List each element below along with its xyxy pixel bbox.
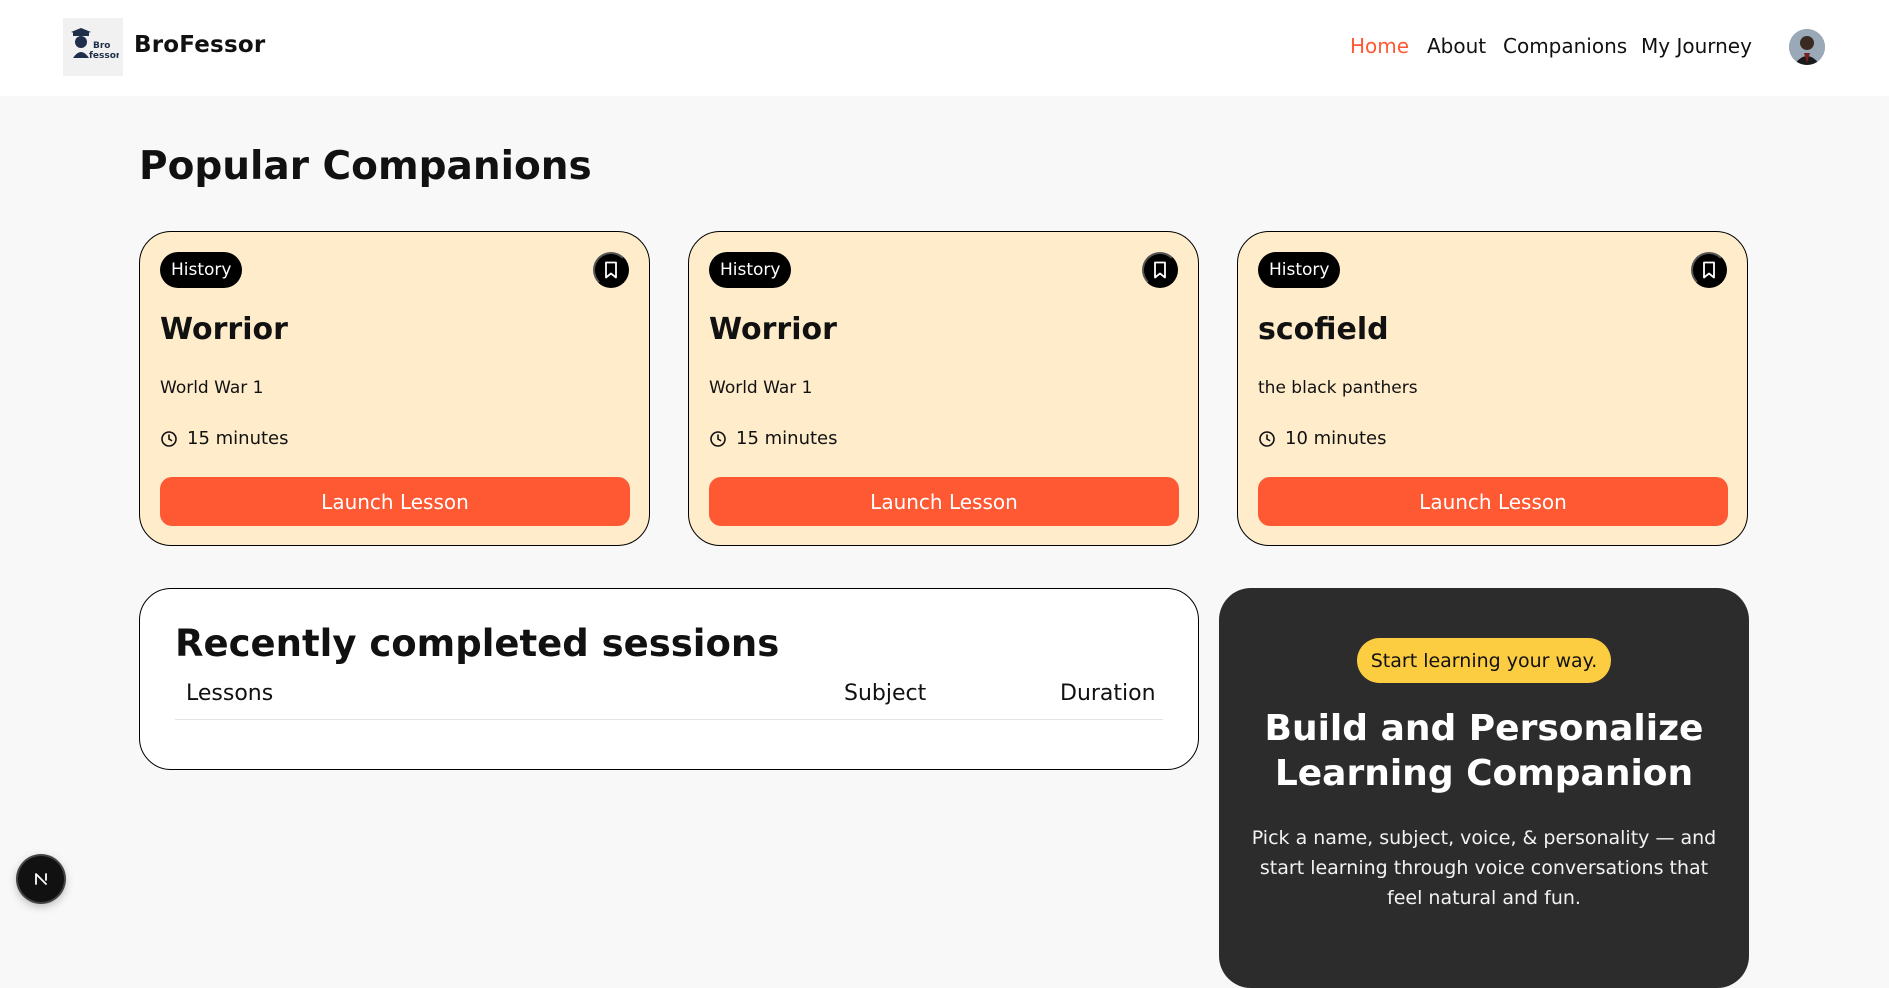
section-title-popular: Popular Companions [139,144,592,189]
duration-text: 15 minutes [187,428,289,449]
cta-title: Build and Personalize Learning Companion [1264,708,1704,794]
bookmark-icon [1154,261,1166,279]
bookmark-button[interactable] [593,252,629,288]
nav-home[interactable]: Home [1350,34,1409,58]
create-companion-cta: Start learning your way. Build and Perso… [1219,588,1749,988]
bookmark-icon [605,261,617,279]
logo-text-fessor: fessor [89,51,119,61]
cta-description: Pick a name, subject, voice, & personali… [1251,827,1717,909]
clock-icon [710,430,726,447]
companion-name: scofield [1258,312,1389,347]
subject-badge: History [709,252,792,288]
nav-my-journey[interactable]: My Journey [1641,34,1752,58]
companion-topic: the black panthers [1258,378,1418,398]
companion-topic: World War 1 [709,378,813,398]
companion-card: History Worrior World War 1 15 minutes L… [139,231,650,546]
navbar: Bro fessor BroFessor Home About Companio… [0,0,1889,96]
launch-lesson-button[interactable]: Launch Lesson [709,477,1179,526]
launch-lesson-button[interactable]: Launch Lesson [1258,477,1728,526]
bookmark-icon [1703,261,1715,279]
column-header-lessons: Lessons [186,681,274,706]
recent-sessions-panel: Recently completed sessions Lessons Subj… [139,588,1199,770]
column-header-subject: Subject [844,681,927,706]
bookmark-button[interactable] [1142,252,1178,288]
logo-text-bro: Bro [93,41,110,51]
duration-text: 10 minutes [1285,428,1387,449]
professor-mascot-icon: Bro fessor [71,28,119,61]
subject-badge: History [160,252,243,288]
companion-card: History Worrior World War 1 15 minutes L… [688,231,1199,546]
companion-duration: 10 minutes [1258,428,1387,449]
companion-card: History scofield the black panthers 10 m… [1237,231,1748,546]
nextjs-dev-tools-button[interactable] [18,856,64,902]
companion-duration: 15 minutes [709,428,838,449]
nextjs-logo-icon [35,873,47,885]
duration-text: 15 minutes [736,428,838,449]
cta-badge: Start learning your way. [1357,638,1611,683]
sessions-title: Recently completed sessions [175,622,780,665]
subject-badge: History [1258,252,1341,288]
companion-duration: 15 minutes [160,428,289,449]
avatar-icon [1789,29,1825,65]
nav-companions[interactable]: Companions [1503,34,1627,58]
table-divider [175,719,1163,720]
companion-topic: World War 1 [160,378,264,398]
brand-logo[interactable]: Bro fessor [63,18,123,76]
launch-lesson-button[interactable]: Launch Lesson [160,477,630,526]
companion-name: Worrior [160,312,288,347]
nav-about[interactable]: About [1427,34,1486,58]
clock-icon [1259,430,1275,447]
clock-icon [161,430,177,447]
bookmark-button[interactable] [1691,252,1727,288]
brand-name[interactable]: BroFessor [134,32,265,58]
user-avatar[interactable] [1789,29,1825,65]
column-header-duration: Duration [1060,681,1156,706]
companion-name: Worrior [709,312,837,347]
